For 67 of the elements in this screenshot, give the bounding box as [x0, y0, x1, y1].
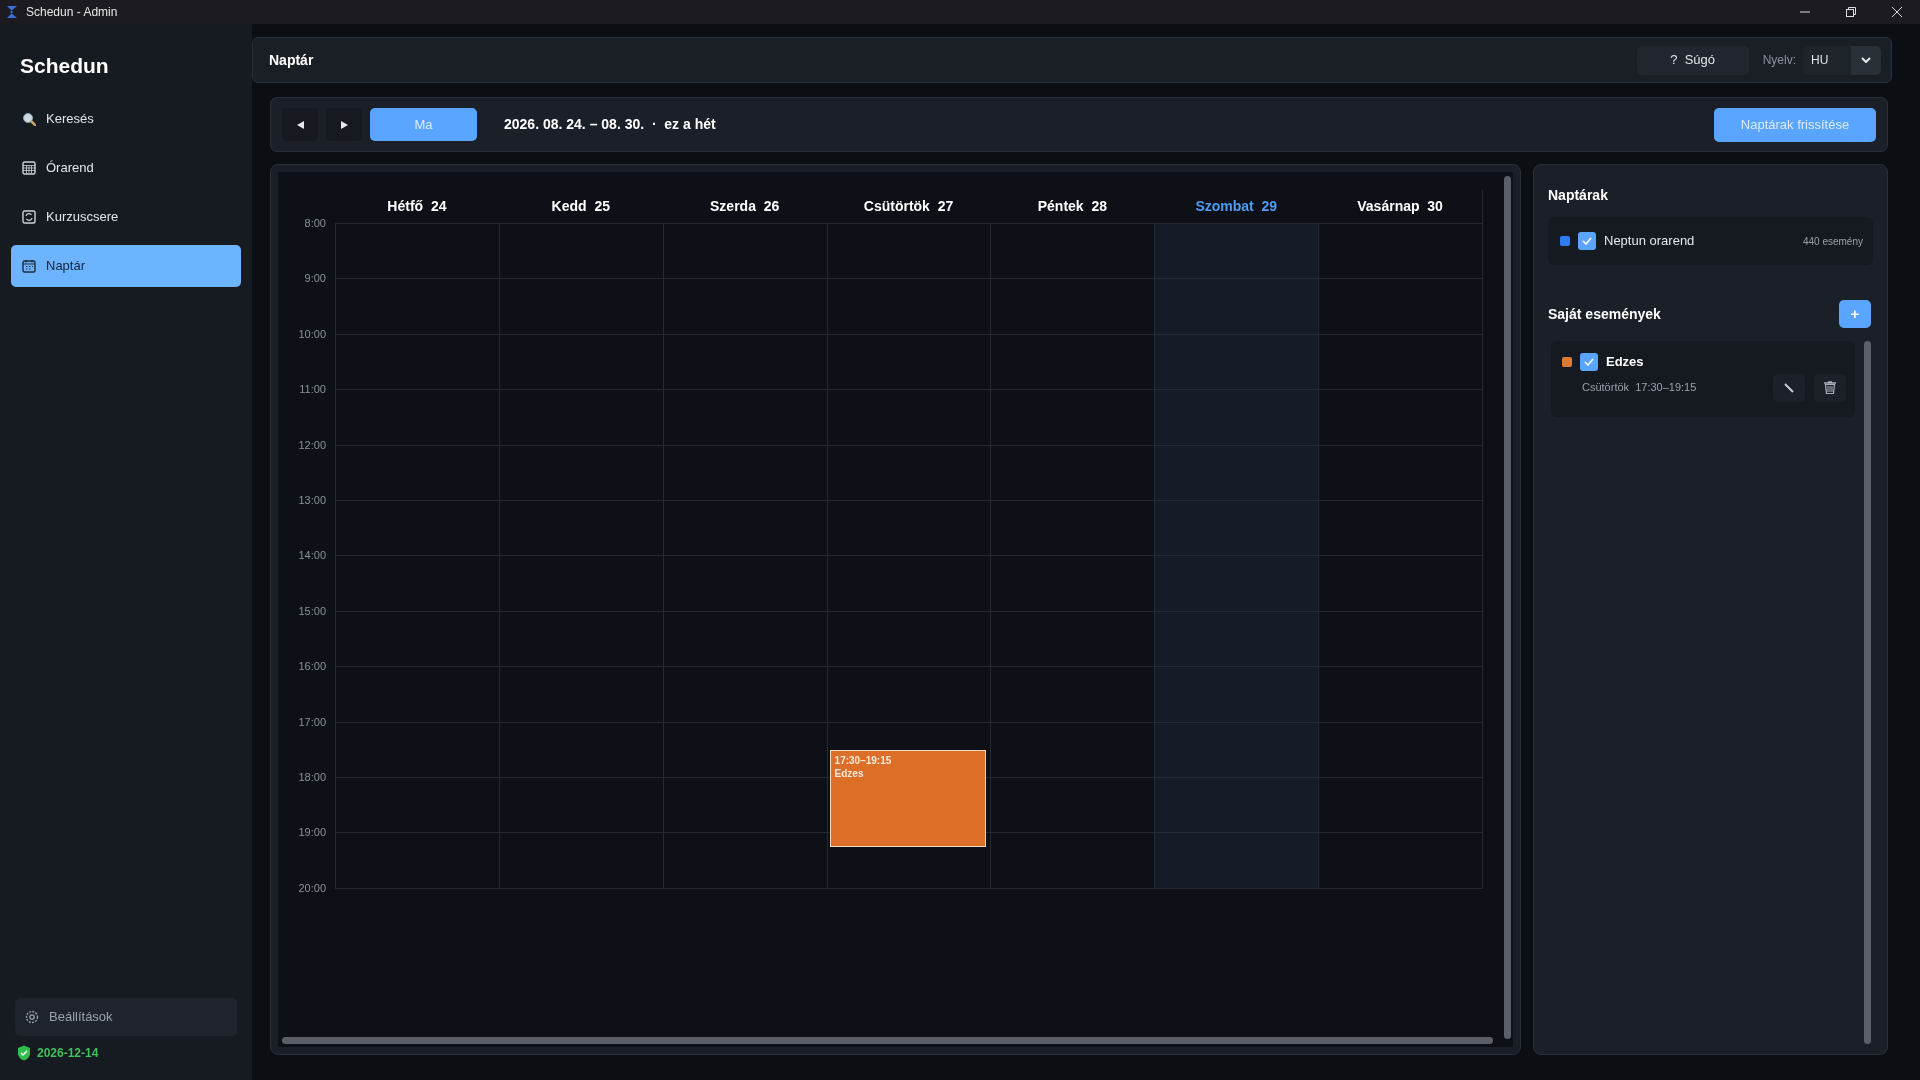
day-header[interactable]: Péntek 28 — [1037, 196, 1107, 217]
sidebar-item[interactable]: Kurzuscsere — [11, 196, 241, 238]
event-title: Edzes — [834, 767, 865, 781]
date-range: 2026. 08. 24. – 08. 30. · ez a hét — [504, 115, 716, 134]
check-icon — [1584, 357, 1594, 366]
day-header[interactable]: Csütörtök 27 — [863, 196, 954, 217]
hour-label: 8:00 — [304, 215, 326, 231]
section-title: Naptárak — [1548, 186, 1609, 205]
hour-label: 10:00 — [298, 326, 326, 342]
previous-button[interactable] — [282, 108, 318, 141]
checkbox[interactable] — [1580, 352, 1598, 371]
triangle-left-icon — [296, 120, 304, 129]
horizontal-scrollbar[interactable] — [282, 1037, 1493, 1044]
close-icon — [1892, 7, 1902, 17]
day-header[interactable]: Szerda 26 — [710, 196, 780, 217]
grid-icon — [22, 161, 36, 175]
hour-label: 12:00 — [298, 437, 326, 453]
triangle-right-icon — [340, 120, 348, 129]
hour-label: 16:00 — [298, 658, 326, 674]
hour-label: 13:00 — [298, 492, 326, 508]
edit-button[interactable] — [1773, 373, 1805, 402]
sidebar-item[interactable]: Keresés — [11, 98, 241, 140]
day-header[interactable]: Szombat 29 — [1195, 196, 1278, 217]
hour-label: 18:00 — [298, 769, 326, 785]
event-name: Edzes — [1606, 353, 1644, 371]
app-name: Schedun — [19, 53, 110, 79]
delete-button[interactable] — [1814, 373, 1846, 402]
calendar-name: Neptun orarend — [1604, 232, 1696, 251]
hour-label: 9:00 — [304, 271, 326, 287]
hour-label: 20:00 — [298, 880, 326, 896]
license-date: 2026-12-14 — [37, 1045, 99, 1062]
settings-icon — [25, 1010, 39, 1024]
day-header[interactable]: Kedd 25 — [551, 196, 610, 217]
page-title: Naptár — [269, 50, 314, 70]
hour-label: 15:00 — [298, 603, 326, 619]
hour-label: 19:00 — [298, 825, 326, 841]
hour-label: 17:00 — [298, 714, 326, 730]
check-icon — [1582, 237, 1592, 245]
calendar-icon — [22, 259, 36, 273]
search-icon — [22, 112, 36, 126]
hour-label: 11:00 — [299, 381, 326, 397]
vertical-scrollbar[interactable] — [1504, 176, 1511, 1039]
checkbox[interactable] — [1578, 232, 1596, 250]
chevron-down-icon — [1861, 57, 1871, 63]
sidebar-item[interactable]: Órarend — [11, 147, 241, 189]
help-button[interactable]: ? Súgó — [1636, 45, 1749, 75]
pencil-icon — [1784, 382, 1794, 393]
event-schedule: Csütörtök 17:30–19:15 — [1581, 380, 1698, 396]
vertical-scrollbar[interactable] — [1864, 341, 1871, 1044]
day-header[interactable]: Vasárnap 30 — [1357, 196, 1443, 217]
next-button[interactable] — [326, 108, 362, 141]
shield-check-icon — [17, 1045, 31, 1061]
settings-button[interactable]: Beállítások — [15, 998, 237, 1036]
trash-icon — [1824, 381, 1836, 394]
language-label: Nyelv: — [1762, 52, 1796, 69]
refresh-icon — [22, 210, 36, 224]
language-dropdown[interactable]: HU — [1803, 45, 1881, 75]
event-time: 17:30–19:15 — [834, 754, 893, 768]
section-title: Saját események — [1548, 304, 1661, 324]
app-icon — [6, 5, 18, 19]
restore-icon — [1846, 7, 1856, 17]
hour-label: 14:00 — [298, 548, 326, 564]
sidebar-item[interactable]: Naptár — [11, 245, 241, 287]
language-value: HU — [1810, 52, 1830, 69]
day-header[interactable]: Hétfő 24 — [387, 196, 447, 217]
event-count: 440 esemény — [1802, 234, 1863, 249]
window-title: Schedun - Admin — [26, 4, 118, 21]
